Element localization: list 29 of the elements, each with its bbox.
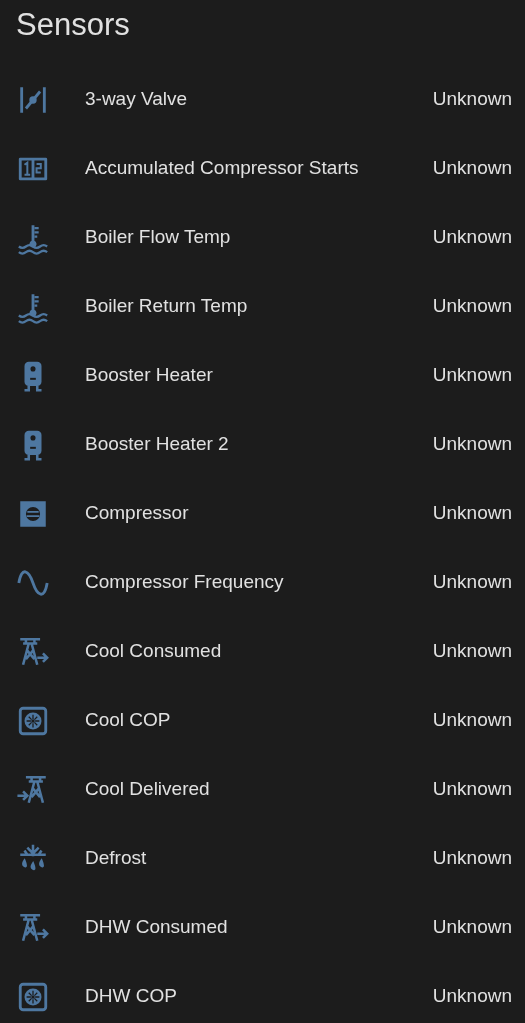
sensor-state: Unknown: [432, 87, 512, 112]
sensor-name[interactable]: Boiler Return Temp: [85, 292, 433, 321]
sensor-name[interactable]: Booster Heater 2: [85, 430, 433, 459]
sensor-state: Unknown: [432, 639, 512, 664]
sensor-name[interactable]: Booster Heater: [85, 361, 433, 390]
sensor-name[interactable]: DHW Consumed: [85, 913, 433, 942]
sensor-state: Unknown: [432, 363, 512, 388]
sensor-name[interactable]: Defrost: [85, 844, 433, 873]
sensor-state: Unknown: [432, 708, 512, 733]
sensor-state: Unknown: [432, 294, 512, 319]
sensor-name[interactable]: Accumulated Compressor Starts: [85, 154, 433, 183]
sensor-state: Unknown: [432, 984, 512, 1009]
sensor-state: Unknown: [432, 156, 512, 181]
sensor-name[interactable]: Cool COP: [85, 706, 433, 735]
sensor-state: Unknown: [432, 501, 512, 526]
sensor-name[interactable]: 3-way Valve: [85, 85, 433, 114]
sensor-state: Unknown: [432, 432, 512, 457]
sensor-name[interactable]: Cool Consumed: [85, 637, 433, 666]
sensor-state: Unknown: [432, 777, 512, 802]
page-title: Sensors: [16, 9, 131, 40]
sensor-state: Unknown: [432, 915, 512, 940]
sensor-name[interactable]: DHW COP: [85, 982, 433, 1011]
sensor-name[interactable]: Boiler Flow Temp: [85, 223, 433, 252]
sensor-state: Unknown: [432, 846, 512, 871]
sensor-state: Unknown: [432, 225, 512, 250]
sensor-name[interactable]: Compressor: [85, 499, 433, 528]
sensor-name[interactable]: Compressor Frequency: [85, 568, 433, 597]
sensor-state: Unknown: [432, 570, 512, 595]
sensor-name[interactable]: Cool Delivered: [85, 775, 433, 804]
